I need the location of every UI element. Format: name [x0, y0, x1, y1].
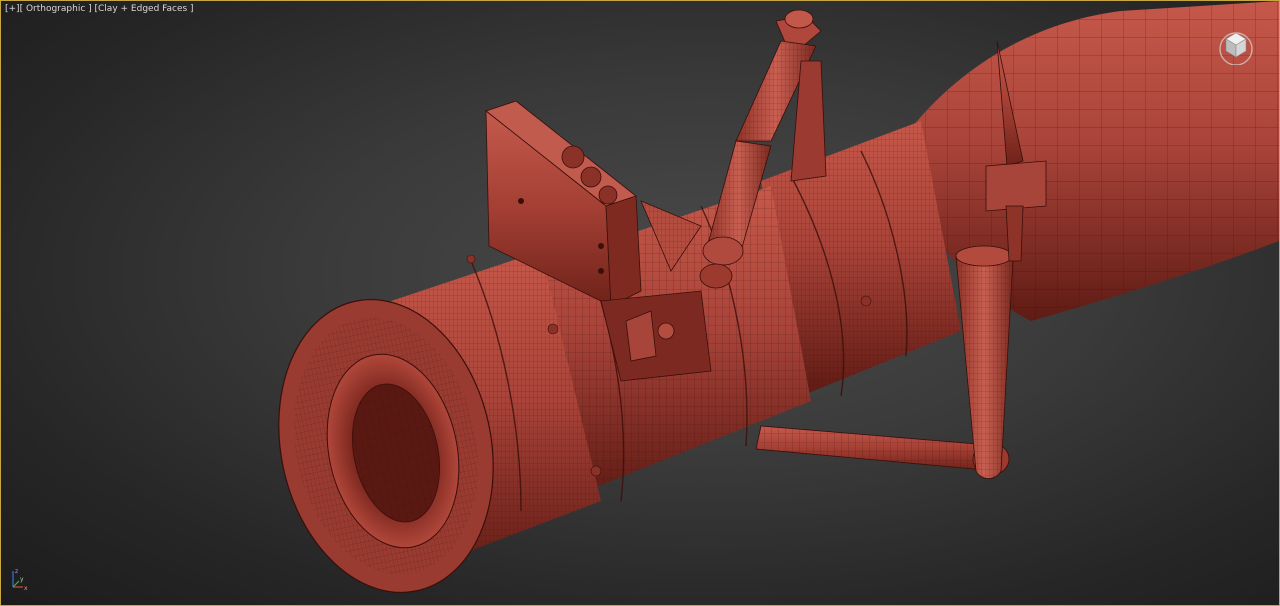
scene-render[interactable]: [1, 1, 1279, 605]
axis-y-label: y: [20, 576, 24, 583]
viewport-label: [+][ Orthographic ] [Clay + Edged Faces …: [5, 4, 194, 14]
viewport-menu-button[interactable]: [+]: [5, 4, 20, 14]
mechanism-detail: [600, 290, 712, 382]
axis-x-label: x: [24, 585, 28, 592]
view-mode-button[interactable]: [ Orthographic ]: [20, 4, 92, 14]
viewcube-icon[interactable]: [1215, 23, 1257, 65]
axis-gizmo: z x y: [12, 568, 28, 592]
axis-z-label: z: [15, 568, 18, 575]
perspective-viewport[interactable]: [+][ Orthographic ] [Clay + Edged Faces …: [0, 0, 1280, 606]
shading-mode-button[interactable]: [Clay + Edged Faces ]: [95, 4, 194, 14]
lower-rod: [755, 425, 1010, 476]
